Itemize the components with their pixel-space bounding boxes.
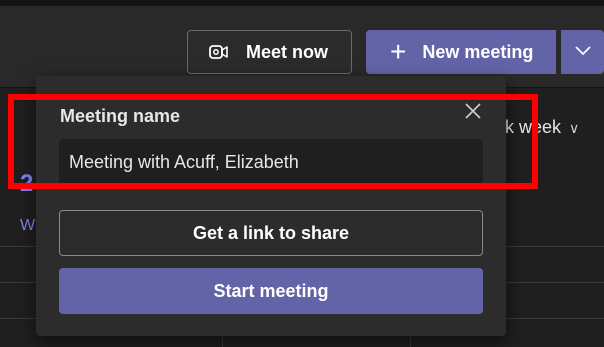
new-meeting-label: New meeting — [422, 41, 534, 62]
calendar-day-label: W — [20, 217, 36, 234]
meeting-name-input[interactable] — [59, 139, 483, 185]
video-camera-icon — [208, 42, 230, 62]
plus-icon: + — [390, 36, 407, 67]
top-edge — [0, 0, 604, 6]
chevron-down-icon — [574, 43, 592, 61]
meeting-name-heading: Meeting name — [60, 106, 181, 126]
start-meeting-button[interactable]: Start meeting — [59, 268, 483, 314]
calendar-day-number: 2 — [20, 170, 34, 197]
calendar-view-selector[interactable]: k week ∨ — [505, 117, 579, 138]
close-button[interactable] — [460, 100, 486, 126]
close-icon — [463, 101, 483, 126]
meet-now-button[interactable]: Meet now — [187, 30, 352, 74]
meet-now-label: Meet now — [246, 41, 329, 62]
new-meeting-button[interactable]: + New meeting — [366, 30, 556, 74]
meet-now-popover: Meeting name Get a link to share Start m… — [36, 76, 506, 336]
calendar-view-label: k week — [505, 117, 562, 137]
get-link-button[interactable]: Get a link to share — [59, 210, 483, 256]
new-meeting-dropdown-button[interactable] — [561, 30, 604, 74]
chevron-down-icon: ∨ — [569, 120, 580, 136]
calendar-header: Meet now + New meeting — [0, 0, 604, 88]
